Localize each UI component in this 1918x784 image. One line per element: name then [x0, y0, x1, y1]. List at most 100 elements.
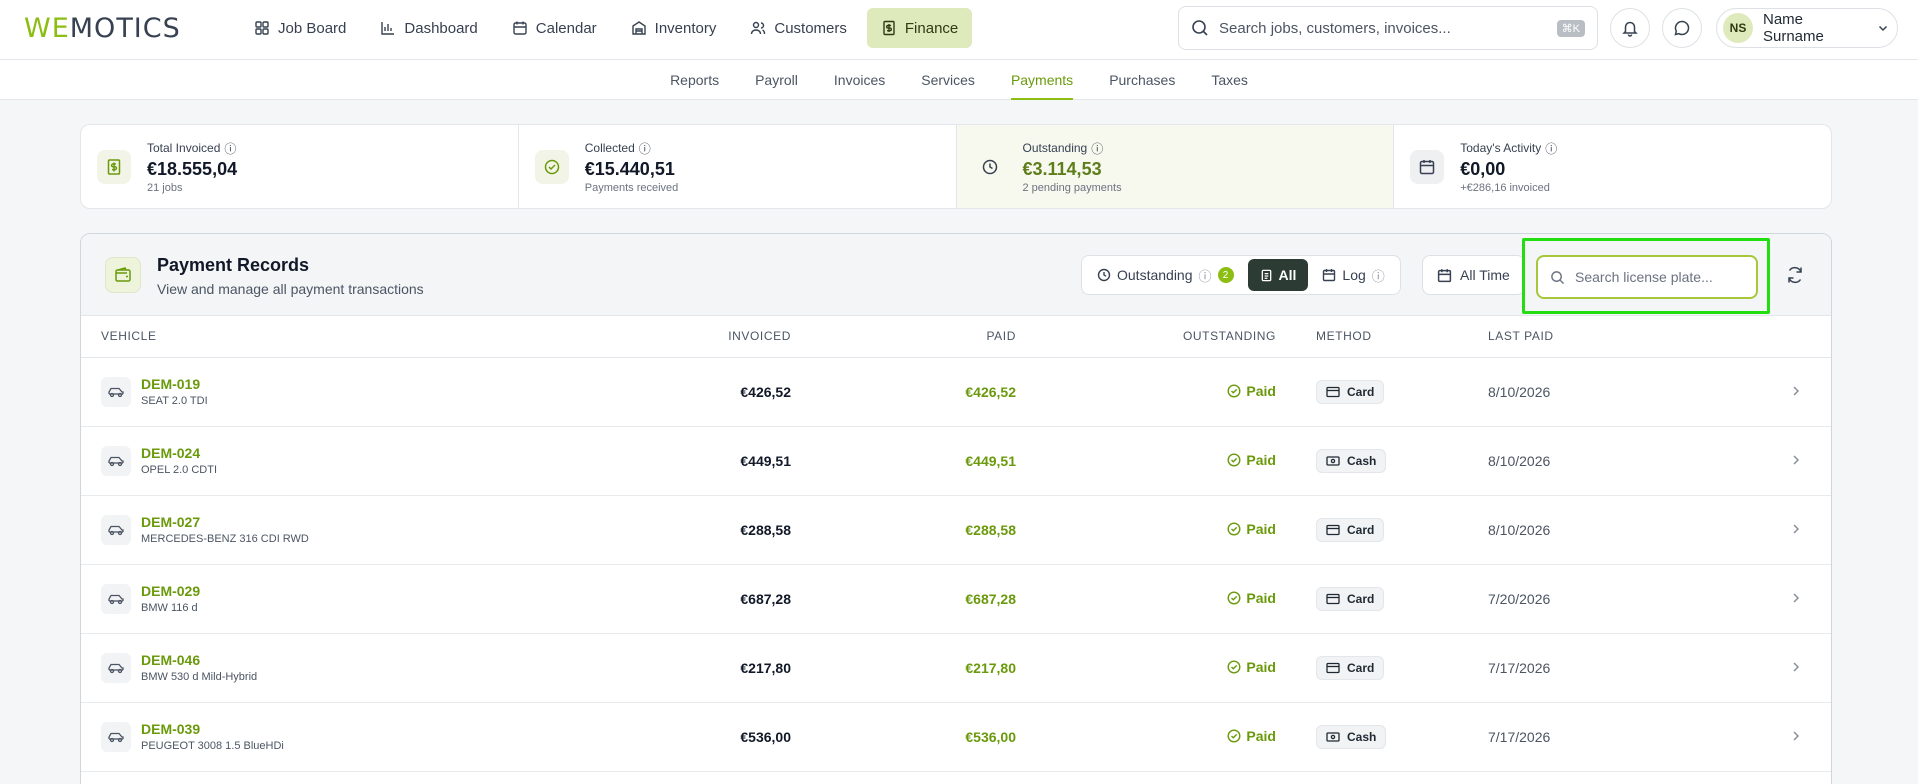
filter-outstanding[interactable]: Outstanding ⓘ 2	[1085, 259, 1246, 291]
payment-method-badge: Card	[1316, 586, 1385, 611]
calendar-icon	[1323, 269, 1336, 282]
search-icon	[1551, 270, 1565, 284]
col-vehicle[interactable]: VEHICLE	[81, 316, 641, 358]
vehicle-model: PEUGEOT 3008 1.5 BlueHDi	[141, 740, 284, 752]
info-icon[interactable]: ⓘ	[224, 140, 236, 157]
license-plate[interactable]: DEM-024	[141, 445, 217, 461]
nav-item-dashboard[interactable]: Dashboard	[366, 8, 491, 48]
chevron-right-icon[interactable]	[1791, 384, 1801, 400]
shortcut-badge: ⌘K	[1556, 19, 1585, 37]
time-range-button[interactable]: All Time	[1422, 255, 1525, 295]
chevron-right-icon[interactable]	[1791, 591, 1801, 607]
nav-item-job-board[interactable]: Job Board	[240, 8, 360, 48]
license-plate[interactable]: DEM-039	[141, 721, 284, 737]
payment-records-panel: Payment Records View and manage all paym…	[80, 233, 1832, 784]
table-row[interactable]: DEM-027 MERCEDES-BENZ 316 CDI RWD €288,58 €…	[81, 495, 1831, 565]
table-row[interactable]: DEM-019 SEAT 2.0 TDI €426,52 €426,52 Paid Car…	[81, 357, 1831, 427]
user-menu-button[interactable]: NS Name Surname	[1716, 8, 1898, 48]
info-icon[interactable]: ⓘ	[1545, 140, 1557, 157]
paid-amount: €536,00	[791, 702, 1016, 772]
license-plate[interactable]: DEM-046	[141, 652, 257, 668]
view-filter-segmented: Outstanding ⓘ 2 All Log ⓘ	[1081, 255, 1401, 295]
calendar-icon	[1437, 268, 1452, 282]
nav-item-inventory[interactable]: Inventory	[617, 8, 731, 48]
finance-subnav: Reports Payroll Invoices Services Payments Pu…	[0, 60, 1918, 100]
license-plate-input[interactable]	[1575, 269, 1735, 285]
paid-amount: €426,52	[791, 357, 1016, 427]
status-badge: Paid	[1227, 521, 1276, 537]
check-circle-icon	[1227, 728, 1241, 743]
app-logo[interactable]: WEMOTICS	[24, 13, 181, 44]
nav-item-customers[interactable]: Customers	[736, 8, 861, 48]
vehicle-model: BMW 116 d	[141, 602, 198, 614]
count-badge: 2	[1217, 267, 1234, 283]
paid-amount: €288,58	[791, 495, 1016, 565]
tab-purchases[interactable]: Purchases	[1109, 60, 1175, 100]
table-row[interactable]: DEM-024 OPEL 2.0 CDTI €449,51 €449,51 Paid Ca…	[81, 426, 1831, 496]
license-plate-search[interactable]	[1536, 255, 1758, 299]
tab-payments[interactable]: Payments	[1010, 60, 1074, 100]
chevron-right-icon[interactable]	[1791, 729, 1801, 745]
search-icon	[1192, 20, 1208, 36]
col-last-paid[interactable]: LAST PAID	[1488, 316, 1688, 358]
license-plate[interactable]: DEM-027	[141, 514, 309, 530]
chevron-right-icon[interactable]	[1791, 522, 1801, 538]
info-icon[interactable]: ⓘ	[1199, 266, 1212, 285]
license-plate[interactable]: DEM-029	[141, 583, 200, 599]
payment-method-badge: Cash	[1316, 724, 1387, 749]
subtabs: Reports Payroll Invoices Services Payments Pu…	[0, 60, 1918, 100]
tab-services[interactable]: Services	[921, 60, 975, 100]
info-icon[interactable]: ⓘ	[639, 140, 651, 157]
check-circle-icon	[1227, 521, 1241, 536]
main-nav: Job Board Dashboard Calendar Inventory C…	[240, 8, 973, 48]
payment-method-badge: Card	[1316, 655, 1385, 680]
chevron-right-icon[interactable]	[1791, 660, 1801, 676]
license-plate[interactable]: DEM-019	[141, 376, 208, 392]
refresh-icon	[1788, 266, 1802, 284]
info-icon[interactable]: ⓘ	[1372, 266, 1385, 285]
filter-log[interactable]: Log ⓘ	[1310, 259, 1396, 291]
chat-icon	[1674, 20, 1690, 36]
col-outstanding[interactable]: OUTSTANDING	[1016, 316, 1276, 358]
invoiced-amount: €687,28	[641, 564, 791, 634]
tab-payroll[interactable]: Payroll	[755, 60, 798, 100]
filter-all[interactable]: All	[1247, 259, 1309, 291]
nav-item-calendar[interactable]: Calendar	[498, 8, 611, 48]
table-row[interactable]: DEM-029 BMW 116 d €687,28 €687,28 Paid Card 7/…	[81, 564, 1831, 634]
panel-title: Payment Records	[157, 255, 310, 275]
status-badge: Paid	[1227, 659, 1276, 675]
paid-amount: €217,80	[791, 633, 1016, 703]
global-search-input[interactable]: Search jobs, customers, invoices... ⌘K	[1178, 6, 1598, 50]
info-icon[interactable]: ⓘ	[1091, 140, 1103, 157]
chevron-right-icon[interactable]	[1791, 453, 1801, 469]
stat-collected: Collected ⓘ €15.440,51 Payments received	[519, 125, 957, 208]
col-paid[interactable]: PAID	[791, 316, 1016, 358]
payment-method-badge: Cash	[1316, 448, 1387, 473]
col-invoiced[interactable]: INVOICED	[641, 316, 791, 358]
status-badge: Paid	[1227, 383, 1276, 399]
car-icon	[101, 721, 131, 752]
last-paid-date: 7/17/2026	[1488, 702, 1688, 772]
table-row[interactable]: DEM-046 BMW 530 d Mild-Hybrid €217,80 €217,…	[81, 633, 1831, 703]
messages-button[interactable]	[1662, 8, 1702, 48]
tab-reports[interactable]: Reports	[670, 60, 719, 100]
vehicle-model: MERCEDES-BENZ 316 CDI RWD	[141, 533, 309, 545]
col-method[interactable]: METHOD	[1276, 316, 1488, 358]
paid-amount: €449,51	[791, 426, 1016, 496]
tab-taxes[interactable]: Taxes	[1211, 60, 1248, 100]
invoice-icon	[97, 149, 131, 184]
car-icon	[101, 376, 131, 407]
table-row[interactable]: DEM-039 PEUGEOT 3008 1.5 BlueHDi €536,00 €5…	[81, 702, 1831, 772]
car-icon	[101, 514, 131, 545]
refresh-button[interactable]	[1781, 261, 1809, 289]
table-header-row: VEHICLE INVOICED PAID OUTSTANDING METHOD…	[81, 316, 1831, 358]
notifications-button[interactable]	[1610, 8, 1650, 48]
status-badge: Paid	[1227, 590, 1276, 606]
car-icon	[101, 445, 131, 476]
tab-invoices[interactable]: Invoices	[834, 60, 885, 100]
invoiced-amount: €536,00	[641, 702, 791, 772]
card-icon	[1326, 524, 1340, 536]
nav-item-finance[interactable]: Finance	[866, 8, 973, 48]
status-badge: Paid	[1227, 728, 1276, 744]
stat-outstanding: Outstanding ⓘ €3.114,53 2 pending payment…	[956, 125, 1395, 208]
